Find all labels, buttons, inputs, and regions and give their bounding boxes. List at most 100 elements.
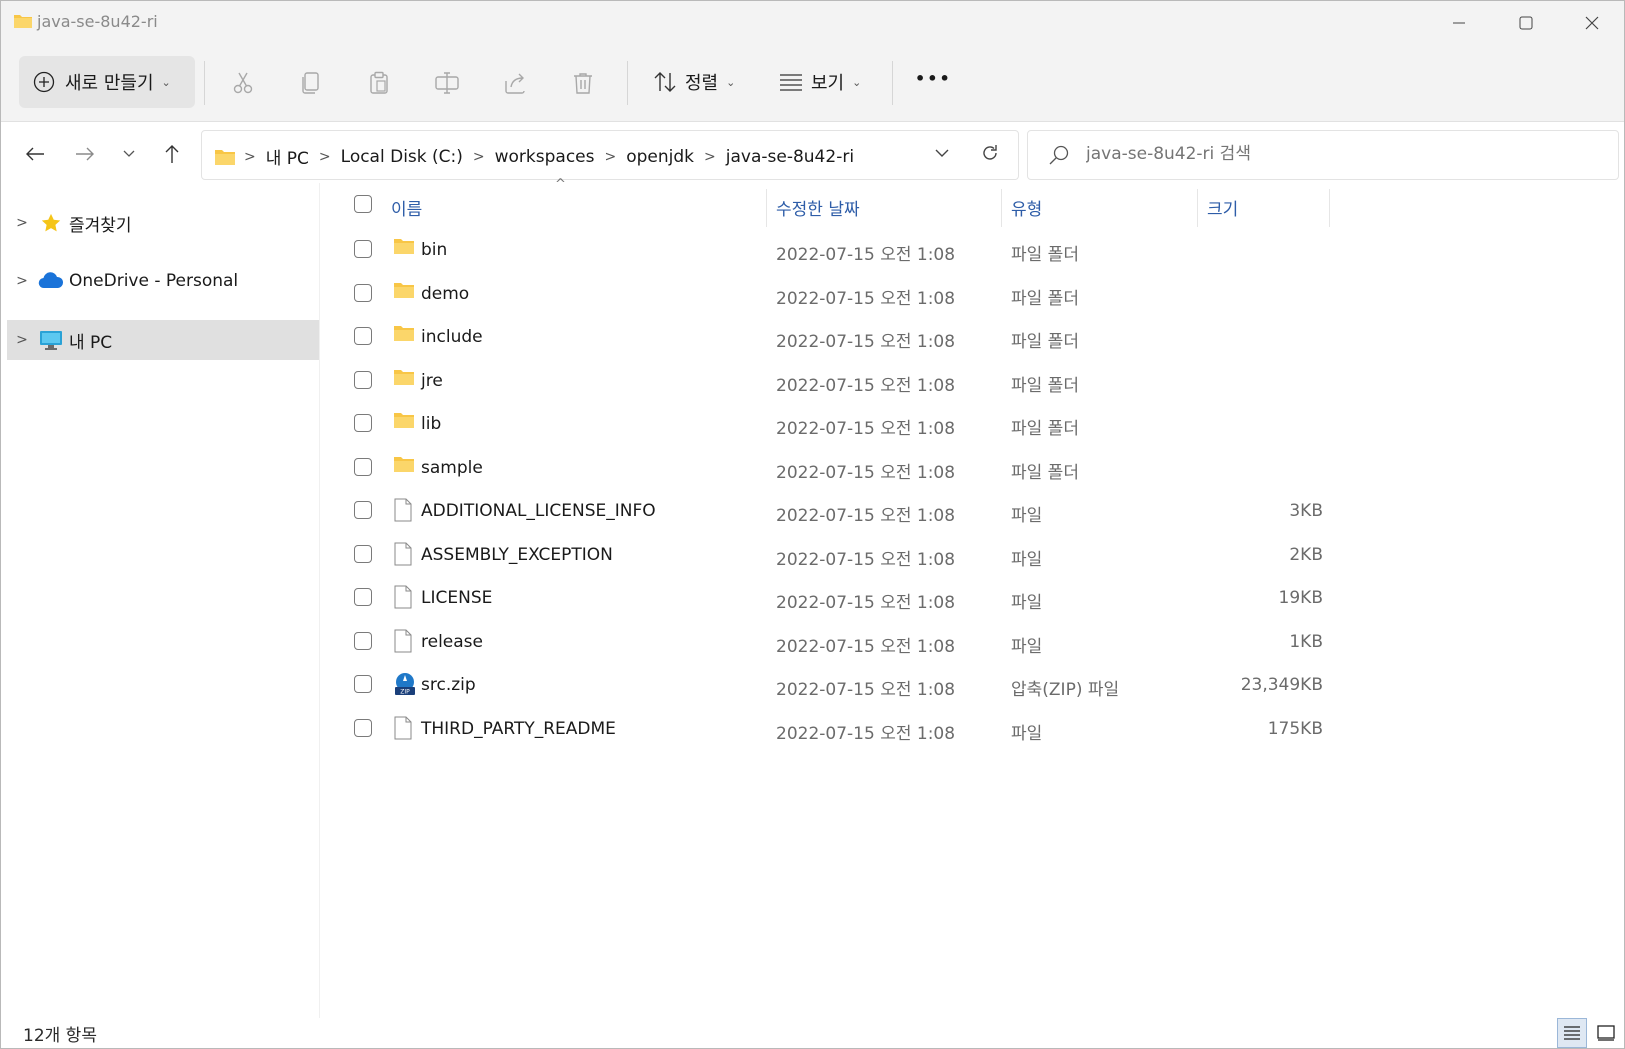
row-checkbox[interactable] bbox=[354, 544, 372, 563]
row-checkbox[interactable] bbox=[354, 283, 372, 302]
table-row[interactable]: jre 2022-07-15 오전 1:08 파일 폴더 bbox=[321, 358, 1321, 402]
breadcrumb-item[interactable]: 내 PC bbox=[266, 144, 309, 169]
row-checkbox[interactable] bbox=[354, 501, 372, 519]
rename-icon[interactable] bbox=[431, 67, 463, 99]
sidebar-item-this-pc[interactable]: > 내 PC bbox=[7, 320, 319, 360]
file-size: 3KB bbox=[1289, 501, 1323, 521]
row-checkbox[interactable] bbox=[354, 414, 372, 432]
back-button[interactable] bbox=[19, 138, 51, 170]
refresh-icon[interactable] bbox=[980, 143, 1000, 167]
file-name[interactable]: ASSEMBLY_EXCEPTION bbox=[421, 545, 613, 565]
file-icon bbox=[393, 585, 417, 609]
table-row[interactable]: THIRD_PARTY_README 2022-07-15 오전 1:08 파일 17… bbox=[321, 706, 1323, 750]
details-view-button[interactable] bbox=[1557, 1018, 1587, 1048]
table-row[interactable]: lib 2022-07-15 오전 1:08 파일 폴더 bbox=[321, 401, 1321, 445]
file-name[interactable]: LICENSE bbox=[421, 588, 492, 608]
breadcrumb-item[interactable]: openjdk bbox=[626, 147, 694, 167]
copy-icon[interactable] bbox=[295, 67, 327, 99]
column-header-date[interactable]: 수정한 날짜 bbox=[776, 195, 860, 220]
breadcrumb-item[interactable]: workspaces bbox=[495, 147, 595, 167]
table-row[interactable]: ZIP src.zip 2022-07-15 오전 1:08 압축(ZIP) 파일 23… bbox=[321, 662, 1323, 706]
file-icon bbox=[393, 498, 417, 522]
folder-icon bbox=[393, 324, 417, 348]
column-header-size[interactable]: 크기 bbox=[1207, 195, 1238, 220]
explorer-window: java-se-8u42-ri 새로 만들기 ⌄ 정렬 ⌄ 보기 ⌄ ••• >… bbox=[0, 0, 1625, 1049]
recent-locations-button[interactable] bbox=[113, 138, 145, 170]
maximize-button[interactable] bbox=[1503, 7, 1549, 39]
row-checkbox[interactable] bbox=[354, 588, 372, 606]
row-checkbox[interactable] bbox=[354, 631, 372, 650]
file-icon bbox=[393, 542, 417, 566]
cloud-icon bbox=[37, 272, 65, 290]
share-icon[interactable] bbox=[499, 67, 531, 99]
file-name[interactable]: sample bbox=[421, 458, 483, 478]
row-checkbox[interactable] bbox=[354, 370, 372, 389]
row-checkbox[interactable] bbox=[354, 457, 372, 476]
table-row[interactable]: release 2022-07-15 오전 1:08 파일 1KB bbox=[321, 619, 1323, 663]
column-divider[interactable] bbox=[766, 189, 767, 227]
table-row[interactable]: LICENSE 2022-07-15 오전 1:08 파일 19KB bbox=[321, 575, 1323, 619]
title-bar: java-se-8u42-ri bbox=[1, 1, 1624, 45]
file-name[interactable]: jre bbox=[421, 371, 443, 391]
file-name[interactable]: release bbox=[421, 632, 483, 652]
breadcrumb-separator: > bbox=[244, 148, 256, 165]
new-button[interactable]: 새로 만들기 ⌄ bbox=[19, 56, 195, 108]
file-size: 175KB bbox=[1267, 718, 1323, 739]
table-row[interactable]: include 2022-07-15 오전 1:08 파일 폴더 bbox=[321, 314, 1321, 358]
file-name[interactable]: THIRD_PARTY_README bbox=[421, 719, 616, 739]
file-name[interactable]: src.zip bbox=[421, 675, 476, 695]
delete-icon[interactable] bbox=[567, 67, 599, 99]
select-all-checkbox[interactable] bbox=[354, 195, 372, 213]
sidebar-item-onedrive[interactable]: > OneDrive - Personal bbox=[7, 261, 319, 301]
tiles-view-button[interactable] bbox=[1591, 1018, 1621, 1048]
file-type: 파일 bbox=[1011, 549, 1043, 570]
file-size: 1KB bbox=[1289, 631, 1323, 652]
minimize-button[interactable] bbox=[1436, 7, 1482, 39]
file-name[interactable]: bin bbox=[421, 240, 447, 260]
view-button[interactable]: 보기 ⌄ bbox=[779, 69, 861, 95]
file-icon bbox=[393, 716, 417, 740]
chevron-right-icon[interactable]: > bbox=[7, 273, 37, 289]
table-row[interactable]: bin 2022-07-15 오전 1:08 파일 폴더 bbox=[321, 227, 1321, 271]
row-checkbox[interactable] bbox=[354, 718, 372, 737]
column-divider[interactable] bbox=[1197, 189, 1198, 227]
breadcrumb-item[interactable]: Local Disk (C:) bbox=[341, 147, 463, 167]
file-name[interactable]: ADDITIONAL_LICENSE_INFO bbox=[421, 501, 656, 521]
row-checkbox[interactable] bbox=[354, 327, 372, 345]
more-options-button[interactable]: ••• bbox=[915, 69, 952, 88]
column-header-type[interactable]: 유형 bbox=[1011, 195, 1042, 220]
search-input[interactable] bbox=[1084, 143, 1588, 165]
chevron-right-icon[interactable]: > bbox=[7, 215, 37, 231]
table-row[interactable]: demo 2022-07-15 오전 1:08 파일 폴더 bbox=[321, 271, 1321, 315]
window-title: java-se-8u42-ri bbox=[37, 12, 158, 31]
table-row[interactable]: ASSEMBLY_EXCEPTION 2022-07-15 오전 1:08 파일 2K… bbox=[321, 532, 1323, 576]
table-row[interactable]: ADDITIONAL_LICENSE_INFO 2022-07-15 오전 1:0… bbox=[321, 488, 1323, 532]
file-date: 2022-07-15 오전 1:08 bbox=[776, 506, 956, 526]
file-type: 파일 bbox=[1011, 636, 1043, 657]
file-date: 2022-07-15 오전 1:08 bbox=[776, 375, 956, 396]
plus-icon bbox=[33, 71, 55, 93]
row-checkbox[interactable] bbox=[354, 675, 372, 693]
forward-button[interactable] bbox=[69, 138, 101, 170]
column-divider[interactable] bbox=[1329, 189, 1330, 227]
file-name[interactable]: demo bbox=[421, 284, 469, 304]
up-button[interactable] bbox=[156, 138, 188, 170]
folder-icon bbox=[393, 411, 417, 435]
column-divider[interactable] bbox=[1001, 189, 1002, 227]
address-history-button[interactable] bbox=[934, 143, 950, 167]
chevron-right-icon[interactable]: > bbox=[7, 332, 37, 348]
folder-icon bbox=[393, 281, 417, 305]
address-bar[interactable]: > 내 PC > Local Disk (C:) > workspaces > … bbox=[201, 130, 1019, 180]
close-button[interactable] bbox=[1569, 7, 1615, 39]
breadcrumb-separator: > bbox=[604, 148, 617, 165]
breadcrumb-item[interactable]: java-se-8u42-ri bbox=[726, 147, 854, 167]
sort-button[interactable]: 정렬 ⌄ bbox=[653, 69, 735, 95]
file-name[interactable]: lib bbox=[421, 414, 441, 434]
table-row[interactable]: sample 2022-07-15 오전 1:08 파일 폴더 bbox=[321, 445, 1321, 489]
row-checkbox[interactable] bbox=[354, 240, 372, 258]
file-name[interactable]: include bbox=[421, 327, 483, 347]
sidebar-item-favorites[interactable]: > 즐겨찾기 bbox=[7, 203, 319, 243]
column-header-name[interactable]: 이름 bbox=[391, 195, 422, 220]
paste-icon[interactable] bbox=[363, 67, 395, 99]
cut-icon[interactable] bbox=[227, 67, 259, 99]
